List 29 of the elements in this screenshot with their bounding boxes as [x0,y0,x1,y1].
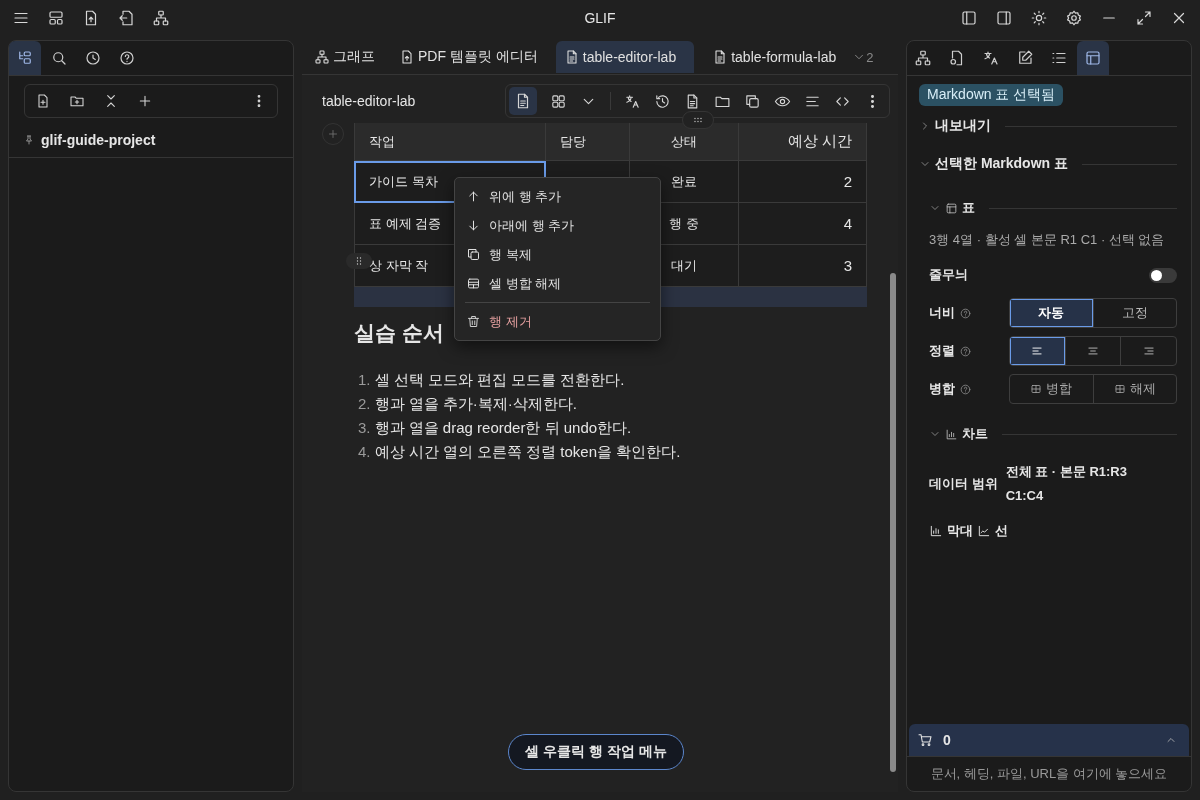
table-cell: 2 [739,161,867,203]
column-header: 작업 [354,123,546,161]
list-number: 2. [358,395,371,414]
field-label: 줄무늬 [929,266,968,284]
field-label: 너비 [929,304,955,322]
status-badge: Markdown 표 선택됨 [919,84,1064,106]
cart-count: 0 [943,732,951,748]
field-label: 병합 [929,380,955,398]
list-item-text: 셀 선택 모드와 편집 모드를 전환한다. [374,371,625,390]
list-item-text: 행과 열을 drag reorder한 뒤 undo한다. [374,419,632,438]
list-number: 3. [358,419,371,438]
column-header: 담당 [546,123,630,161]
window-title: GLIF [583,10,617,26]
list-item-text: 행과 열을 추가·복제·삭제한다. [374,395,577,414]
table-cell: 3 [739,245,867,287]
list-number: 4. [358,443,371,462]
hint-pill: 셀 우클릭 행 작업 메뉴 [508,734,684,770]
column-header: 상태 [630,123,739,161]
drop-hint: 문서, 헤딩, 파일, URL을 여기에 놓으세요 [930,765,1168,783]
table-cell: 4 [739,203,867,245]
column-header: 예상 시간 [739,123,867,161]
list-item-text: 예상 시간 열의 오른쪽 정렬 token을 확인한다. [374,443,681,462]
field-label: 데이터 범위 [929,475,998,493]
list-number: 1. [358,371,371,390]
field-label: 정렬 [929,342,955,360]
document-title: table-editor-lab [322,93,416,109]
table-info: 3행 4열 · 활성 셀 본문 R1 C1 · 선택 없음 [929,231,1166,249]
data-range-value: 전체 표 · 본문 R1:R3 C1:C4 [1005,463,1128,505]
section-heading: 실습 순서 [354,320,444,346]
